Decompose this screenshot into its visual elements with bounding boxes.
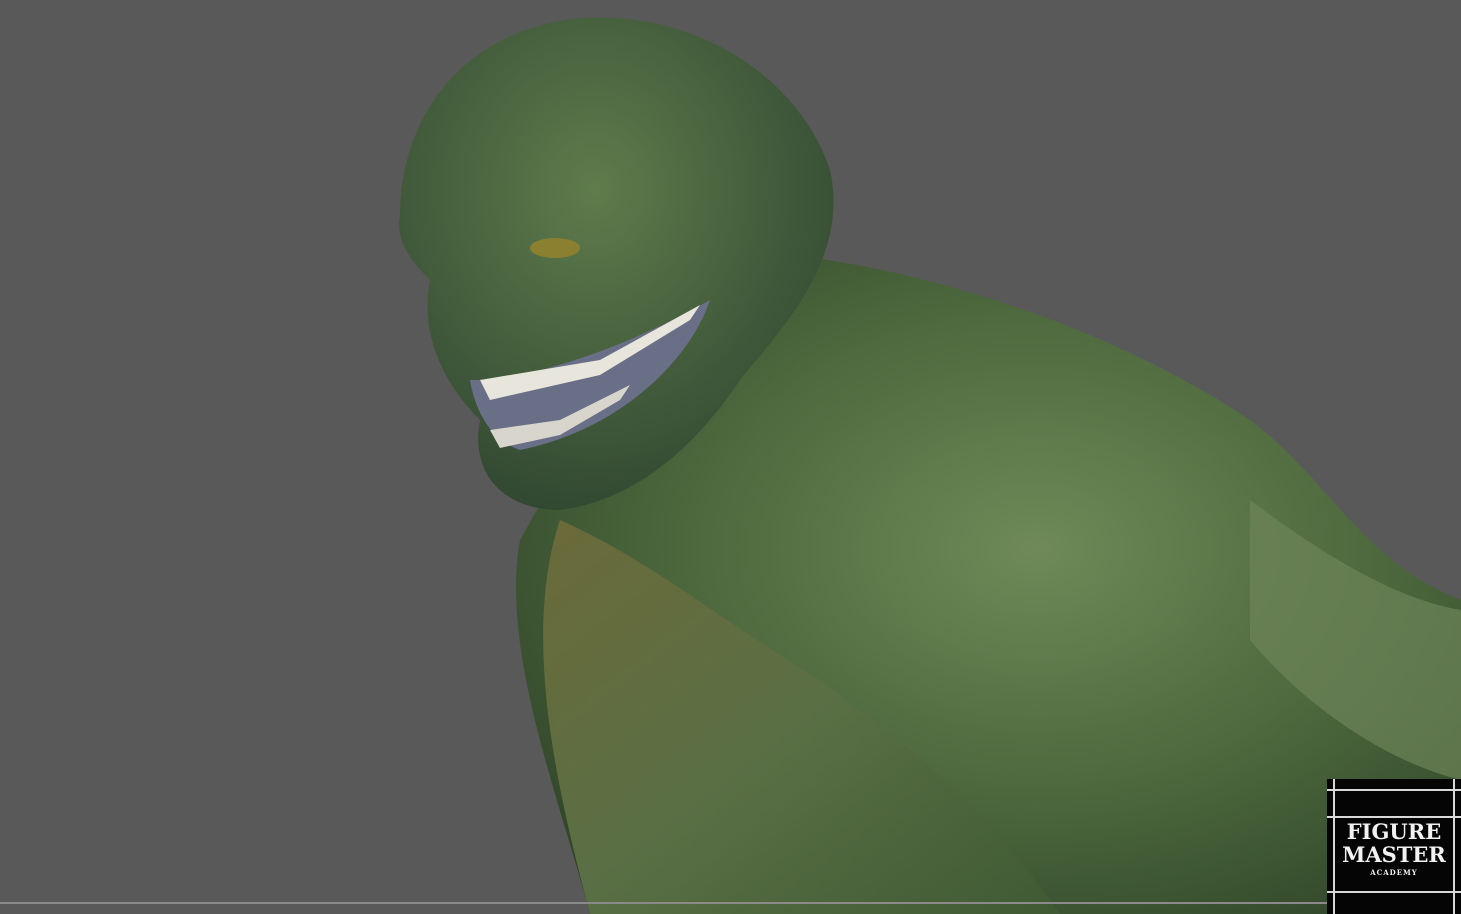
- logo-rule: [1327, 789, 1461, 791]
- logo-line-2: MASTER: [1342, 842, 1446, 867]
- creature-render: [399, 17, 1461, 914]
- viewport-bottom-border: [0, 902, 1461, 904]
- logo-rule: [1327, 816, 1461, 818]
- logo-rule: [1327, 891, 1461, 893]
- figure-master-academy-logo: FIGURE MASTER ACADEMY: [1327, 779, 1461, 914]
- logo-line-1: FIGURE: [1346, 819, 1442, 844]
- logo-line-3: ACADEMY: [1370, 868, 1418, 877]
